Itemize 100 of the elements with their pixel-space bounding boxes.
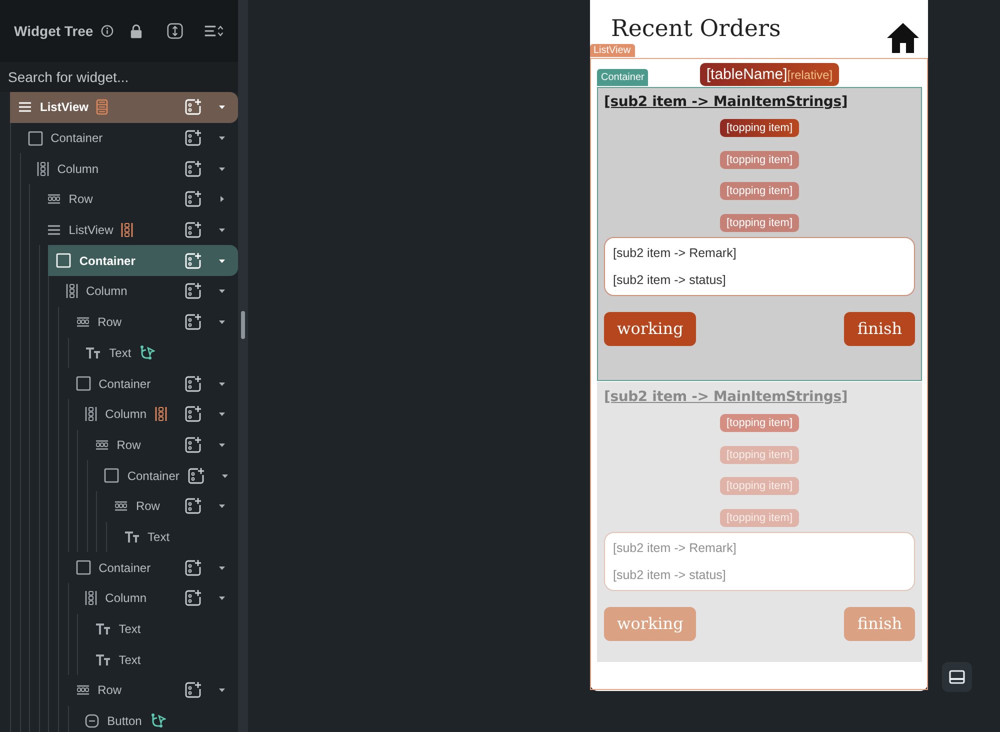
tree-item-label: Button	[107, 714, 142, 728]
tree-item[interactable]: Row	[38, 184, 238, 215]
tree-item[interactable]: ListView	[10, 92, 238, 123]
finish-button[interactable]: finish	[844, 312, 915, 346]
tree-item[interactable]: Row	[106, 490, 238, 522]
caret-icon[interactable]	[218, 318, 226, 326]
tree-item-label: Row	[116, 438, 141, 452]
order-title: [sub2 item -> MainItemStrings]	[604, 389, 849, 405]
action-flow-icon	[139, 344, 156, 361]
text-icon	[94, 654, 111, 666]
topping-chip: [topping item]	[720, 414, 799, 432]
caret-icon[interactable]	[218, 380, 226, 388]
list-icon	[18, 101, 32, 114]
panel-icon[interactable]	[949, 670, 965, 684]
order-card[interactable]: [sub2 item -> MainItemStrings] [topping item] [topping item] [topping item] [topping item] [sub2 item -> Remark] [sub2 item -> status] working finish	[597, 87, 922, 381]
square-icon	[56, 253, 72, 268]
add-child-button[interactable]	[184, 160, 202, 178]
add-child-button[interactable]	[187, 466, 206, 485]
caret-icon[interactable]	[218, 103, 226, 112]
row-icon	[94, 440, 109, 450]
topping-chip: [topping item]	[720, 182, 799, 200]
tree-item-label: Text	[118, 622, 141, 636]
caret-icon[interactable]	[218, 502, 226, 510]
add-child-button[interactable]	[184, 129, 202, 148]
tree-item-label: Container	[50, 131, 103, 146]
square-icon	[76, 376, 91, 392]
list-icon	[46, 224, 61, 236]
column-icon	[85, 406, 98, 422]
tree-item-label: Container	[79, 254, 136, 268]
scrollbar-thumb[interactable]	[241, 311, 245, 339]
add-child-button[interactable]	[184, 190, 202, 208]
text-icon	[94, 623, 111, 636]
sort-list-icon[interactable]	[204, 24, 224, 38]
tree-item[interactable]: Text	[86, 644, 238, 676]
caret-icon[interactable]	[218, 287, 226, 296]
square-icon	[76, 560, 91, 576]
caret-icon[interactable]	[218, 195, 226, 204]
tree-item[interactable]: Column	[77, 583, 238, 614]
working-button[interactable]: working	[604, 312, 696, 346]
lock-icon[interactable]	[130, 22, 142, 40]
search-field[interactable]: Search for widget...	[0, 62, 238, 92]
text-icon	[124, 530, 140, 543]
add-child-button[interactable]	[184, 681, 202, 700]
row-icon	[76, 317, 90, 328]
tree-item[interactable]: Container	[96, 460, 238, 491]
tree-item-label: Text	[109, 346, 132, 360]
tree-item[interactable]: Row	[86, 430, 238, 460]
column-icon	[66, 283, 78, 300]
caret-icon[interactable]	[218, 440, 226, 449]
caret-icon[interactable]	[218, 256, 226, 265]
panel-toggle-button[interactable]	[942, 662, 972, 692]
add-child-button[interactable]	[184, 221, 202, 240]
add-child-button[interactable]	[184, 589, 202, 608]
column-icon	[37, 160, 50, 177]
add-child-button[interactable]	[184, 558, 202, 577]
add-child-button[interactable]	[184, 313, 202, 332]
add-child-button[interactable]	[184, 436, 202, 454]
page-title: Recent Orders	[611, 16, 781, 42]
expand-vertical-icon[interactable]	[167, 22, 184, 40]
caret-icon[interactable]	[218, 686, 226, 694]
tree-item-label: Column	[105, 407, 147, 422]
caret-icon[interactable]	[218, 594, 226, 602]
tree-item-label: Row	[98, 315, 122, 330]
tree-item[interactable]: Column	[58, 276, 238, 307]
column-badge-icon	[154, 406, 167, 422]
add-child-button[interactable]	[184, 405, 202, 424]
caret-icon[interactable]	[218, 410, 226, 418]
tree-item-label: Container	[98, 560, 151, 575]
tree-item[interactable]: Button	[77, 706, 238, 732]
caret-icon[interactable]	[218, 164, 226, 173]
add-child-button[interactable]	[184, 374, 202, 393]
info-icon[interactable]	[101, 24, 114, 38]
search-input[interactable]: Search for widget...	[8, 69, 218, 85]
action-flow-icon	[150, 713, 166, 730]
caret-icon[interactable]	[218, 226, 226, 234]
tree-item[interactable]: Container	[48, 245, 238, 276]
caret-icon[interactable]	[221, 472, 230, 480]
tree-item[interactable]: Text	[77, 338, 238, 368]
tree-item[interactable]: Row	[68, 675, 238, 706]
topping-chip: [topping item]	[720, 214, 799, 232]
topping-chip: [topping item]	[720, 119, 799, 137]
add-child-button[interactable]	[184, 282, 202, 300]
row-icon	[114, 501, 128, 512]
tree-item[interactable]: Row	[68, 306, 238, 338]
caret-icon[interactable]	[218, 564, 226, 572]
table-name-badge: [tableName][relative]	[700, 63, 839, 86]
tree-item[interactable]: Column	[29, 153, 238, 184]
tree-item[interactable]: Container	[68, 368, 238, 399]
tree-item[interactable]: Container	[68, 552, 238, 583]
tree-item-label: Column	[57, 162, 99, 176]
add-child-button[interactable]	[184, 497, 202, 516]
tree-item[interactable]: Column	[77, 398, 238, 430]
tree-item-label: Text	[118, 652, 141, 667]
home-icon[interactable]	[886, 22, 920, 54]
tree-item[interactable]: Text	[116, 522, 238, 552]
tree-item[interactable]: Container	[20, 122, 238, 154]
tree-item[interactable]: ListView	[38, 214, 238, 246]
caret-icon[interactable]	[218, 134, 226, 142]
tree-item[interactable]: Text	[86, 614, 238, 644]
column-icon	[85, 590, 98, 606]
